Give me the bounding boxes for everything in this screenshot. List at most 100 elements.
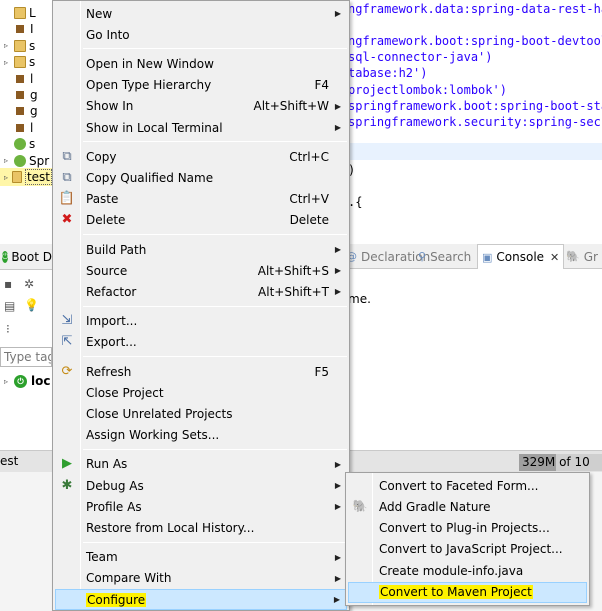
submenu-item-create-module-info-java[interactable]: Create module-info.java	[348, 560, 587, 581]
submenu-item-label: Convert to Maven Project	[379, 585, 533, 599]
menu-item-label: Show In	[86, 99, 134, 114]
submenu-item-add-gradle-nature[interactable]: 🐘 Add Gradle Nature	[348, 496, 587, 517]
menu-item-run-as[interactable]: ▶ Run As ▶	[55, 454, 347, 475]
tree-item[interactable]: l	[0, 70, 52, 88]
menu-item-build-path[interactable]: Build Path ▶	[55, 239, 347, 260]
expand-icon[interactable]: ▹	[4, 156, 12, 165]
tab-boot-dashboard[interactable]: ⏻ Boot D	[0, 244, 52, 270]
tree-item[interactable]: ▹ test	[0, 168, 52, 186]
expand-icon[interactable]: ▹	[4, 173, 10, 182]
tree-item[interactable]: L	[0, 4, 52, 22]
debug-start-icon[interactable]: ✲	[24, 277, 34, 291]
run-icon: ▶	[62, 456, 72, 472]
code-line: springframework.boot:spring-boot-star	[348, 98, 602, 113]
menu-item-new[interactable]: New ▶	[55, 3, 347, 24]
console-output[interactable]: me.	[348, 269, 602, 450]
submenu-item-label: Add Gradle Nature	[379, 499, 491, 514]
tree-item[interactable]: g	[0, 86, 52, 104]
start-icon[interactable]: ▪	[4, 277, 12, 291]
menu-item-assign-working-sets[interactable]: Assign Working Sets...	[55, 425, 347, 446]
window-icon[interactable]: ▤	[4, 299, 15, 313]
context-menu: New ▶ Go Into Open in New Window Open Type H…	[52, 0, 350, 611]
menu-item-restore-from-local-history[interactable]: Restore from Local History...	[55, 517, 347, 538]
submenu-arrow-icon: ▶	[334, 502, 341, 512]
tab-gr[interactable]: 🐘 Gr	[566, 244, 598, 269]
submenu-item-label: Create module-info.java	[379, 563, 524, 578]
tag-filter-input[interactable]: Type tags	[0, 347, 52, 367]
submenu-item-convert-to-faceted-form[interactable]: Convert to Faceted Form...	[348, 475, 587, 496]
menu-item-export[interactable]: ⇱ Export...	[55, 332, 347, 353]
code-line: sql-connector-java')	[348, 50, 493, 65]
menu-item-debug-as[interactable]: ✱ Debug As ▶	[55, 475, 347, 496]
menu-item-label: Close Unrelated Projects	[86, 406, 233, 421]
menu-item-shortcut: Ctrl+C	[289, 149, 329, 164]
console-icon: ▣	[482, 250, 493, 264]
menu-item-open-type-hierarchy[interactable]: Open Type Hierarchy F4	[55, 75, 347, 96]
menu-item-configure[interactable]: Configure ▶	[55, 589, 347, 610]
code-line: tabase:h2')	[348, 66, 428, 81]
delete-icon: ✖	[61, 212, 73, 228]
menu-item-compare-with[interactable]: Compare With ▶	[55, 568, 347, 589]
close-icon[interactable]: ✕	[550, 251, 559, 264]
connect-icon[interactable]: ⁝	[6, 322, 10, 336]
submenu-item-convert-to-javascript-project[interactable]: Convert to JavaScript Project...	[348, 539, 587, 560]
file-icon	[16, 123, 24, 132]
menu-item-import[interactable]: ⇲ Import...	[55, 311, 347, 332]
menu-item-delete[interactable]: ✖ Delete Delete	[55, 210, 347, 231]
menu-item-label: Assign Working Sets...	[86, 428, 220, 443]
menu-item-label: Build Path	[86, 242, 147, 257]
menu-item-refresh[interactable]: ⟳ Refresh F5	[55, 361, 347, 382]
tree-item[interactable]: g	[0, 102, 52, 120]
gradle-icon: 🐘	[566, 250, 580, 263]
tree-item-label: s	[29, 137, 36, 152]
spring-icon	[14, 138, 26, 151]
tree-item-label: Spr	[29, 153, 50, 168]
submenu-item-convert-to-plug-in-projects[interactable]: Convert to Plug-in Projects...	[348, 518, 587, 539]
menu-item-show-in[interactable]: Show In Alt+Shift+W ▶	[55, 96, 347, 117]
tab-console[interactable]: ▣ Console ✕	[477, 244, 565, 269]
tree-item[interactable]: ▹ s	[0, 37, 52, 55]
menu-item-paste[interactable]: 📋 Paste Ctrl+V	[55, 189, 347, 210]
submenu-item-convert-to-maven-project[interactable]: Convert to Maven Project	[348, 581, 587, 603]
menu-item-copy[interactable]: ⧉ Copy Ctrl+C	[55, 146, 347, 167]
tree-item-label: test	[24, 169, 52, 185]
submenu-arrow-icon: ▶	[334, 123, 341, 132]
menu-item-shortcut: Alt+Shift+T	[258, 284, 329, 299]
tree-item-label: I	[30, 22, 34, 37]
code-editor[interactable]: ngframework.data:spring-data-rest-hal ngf…	[348, 0, 602, 240]
menu-item-source[interactable]: Source Alt+Shift+S ▶	[55, 260, 347, 281]
tree-item-label: g	[30, 88, 38, 102]
menu-item-team[interactable]: Team ▶	[55, 547, 347, 568]
menu-item-close-project[interactable]: Close Project	[55, 382, 347, 403]
menu-item-label: Run As	[86, 457, 128, 472]
expand-icon[interactable]: ▹	[4, 377, 12, 386]
tree-item[interactable]: s	[0, 135, 52, 153]
tree-item[interactable]: ▹ s	[0, 53, 52, 71]
menu-item-profile-as[interactable]: Profile As ▶	[55, 496, 347, 517]
expand-icon[interactable]: ▹	[4, 58, 12, 67]
file-icon	[16, 91, 24, 99]
menu-separator	[83, 305, 347, 307]
submenu-arrow-icon: ▶	[334, 481, 341, 490]
tree-item[interactable]: l	[0, 119, 52, 137]
tree-item[interactable]: ▹ Spr	[0, 152, 52, 170]
tree-item-label: l	[30, 71, 34, 86]
menu-item-close-unrelated-projects[interactable]: Close Unrelated Projects	[55, 403, 347, 424]
menu-item-shortcut: Delete	[289, 213, 329, 228]
menu-item-copy-qualified-name[interactable]: ⧉ Copy Qualified Name	[55, 167, 347, 188]
menu-item-shortcut: F5	[314, 364, 329, 379]
menu-separator	[83, 448, 347, 450]
menu-item-refactor[interactable]: Refactor Alt+Shift+T ▶	[55, 281, 347, 302]
menu-item-label: Refresh	[86, 364, 132, 379]
boot-app-row[interactable]: ▹ ⏻ loc	[0, 372, 52, 390]
submenu-arrow-icon: ▶	[334, 245, 341, 254]
heap-status[interactable]: 329M of 10	[519, 454, 602, 471]
console-text: me.	[348, 292, 371, 306]
lightbulb-icon[interactable]: 💡	[24, 298, 39, 312]
expand-icon[interactable]: ▹	[4, 41, 12, 50]
menu-item-show-in-local-terminal[interactable]: Show in Local Terminal ▶	[55, 117, 347, 138]
menu-item-open-in-new-window[interactable]: Open in New Window	[55, 53, 347, 74]
menu-item-go-into[interactable]: Go Into	[55, 24, 347, 45]
tab-search[interactable]: ⚲ Search	[418, 244, 471, 269]
tree-item[interactable]: I	[0, 20, 52, 38]
